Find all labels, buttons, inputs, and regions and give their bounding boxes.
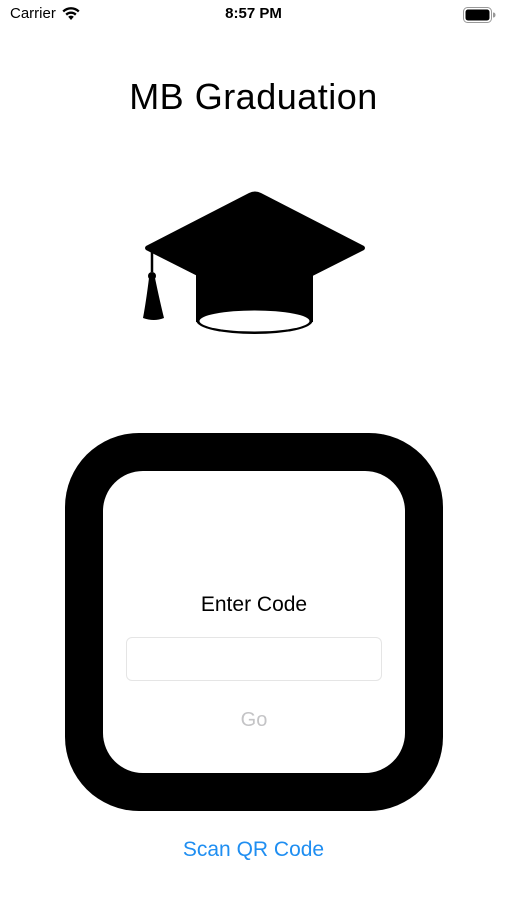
enter-code-label: Enter Code [200,593,308,616]
status-time: 8:57 PM [225,5,282,22]
code-entry-card: Enter Code Go [103,471,405,773]
code-input[interactable] [126,637,382,681]
status-bar: Carrier 8:57 PM [0,0,507,28]
go-button[interactable]: Go [103,709,405,732]
code-entry-frame: Enter Code Go [65,433,443,811]
battery-icon [463,7,497,23]
app-title: MB Graduation [129,76,378,117]
scan-qr-code-button[interactable]: Scan QR Code [0,838,507,862]
graduation-cap-icon [140,190,368,335]
